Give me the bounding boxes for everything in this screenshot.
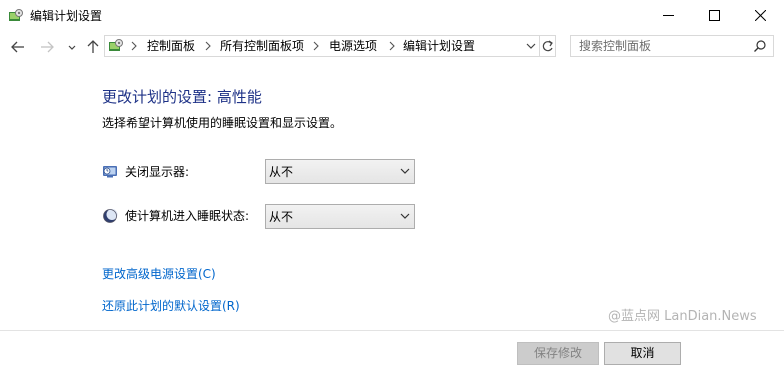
display-icon [102, 163, 118, 179]
breadcrumb-power-options[interactable]: 电源选项 [329, 38, 377, 54]
address-dropdown-button[interactable] [523, 36, 539, 56]
breadcrumb-control-panel[interactable]: 控制面板 [147, 38, 195, 54]
maximize-icon [709, 10, 720, 21]
footer-divider [0, 330, 784, 331]
minimize-icon [663, 15, 674, 16]
chevron-down-icon [526, 43, 536, 49]
restore-defaults-link[interactable]: 还原此计划的默认设置(R) [102, 298, 240, 314]
display-off-value: 从不 [269, 165, 294, 179]
chevron-right-icon[interactable] [311, 40, 321, 52]
chevron-right-icon[interactable] [129, 40, 139, 52]
recent-locations-chevron-icon[interactable] [64, 39, 80, 55]
sleep-icon [102, 208, 118, 224]
chevron-right-icon[interactable] [387, 40, 397, 52]
cancel-button[interactable]: 取消 [604, 342, 681, 365]
chevron-down-icon [400, 213, 410, 219]
chevron-down-icon [400, 168, 410, 174]
page-subtitle: 选择希望计算机使用的睡眠设置和显示设置。 [102, 116, 343, 130]
control-panel-icon [108, 38, 124, 54]
sleep-select[interactable]: 从不 [265, 204, 415, 229]
advanced-power-settings-link[interactable]: 更改高级电源设置(C) [102, 266, 216, 282]
display-off-label: 关闭显示器: [125, 165, 190, 179]
sleep-label: 使计算机进入睡眠状态: [125, 209, 250, 223]
control-panel-icon [8, 8, 24, 24]
back-arrow-icon[interactable] [10, 39, 26, 55]
refresh-icon [542, 40, 553, 52]
title-bar: 编辑计划设置 [0, 0, 784, 31]
display-off-select[interactable]: 从不 [265, 159, 415, 184]
maximize-button[interactable] [692, 0, 738, 31]
refresh-button[interactable] [539, 36, 556, 56]
up-arrow-icon[interactable] [85, 39, 101, 55]
chevron-right-icon[interactable] [203, 40, 213, 52]
search-icon[interactable] [753, 39, 767, 53]
close-button[interactable] [738, 0, 784, 31]
breadcrumb-all-items[interactable]: 所有控制面板项 [220, 38, 304, 54]
minimize-button[interactable] [646, 0, 692, 31]
forward-arrow-icon[interactable] [39, 39, 55, 55]
address-bar[interactable]: 控制面板 所有控制面板项 电源选项 编辑计划设置 [104, 35, 556, 57]
window-title: 编辑计划设置 [30, 9, 103, 23]
sleep-value: 从不 [269, 210, 294, 224]
breadcrumb-edit-plan[interactable]: 编辑计划设置 [403, 38, 475, 54]
close-icon [755, 10, 766, 21]
search-input[interactable]: 搜索控制面板 [570, 35, 774, 57]
watermark: @蓝点网 LanDian.News [608, 309, 757, 324]
save-changes-button[interactable]: 保存修改 [517, 342, 599, 365]
search-placeholder: 搜索控制面板 [579, 39, 652, 53]
navigation-bar: 控制面板 所有控制面板项 电源选项 编辑计划设置 搜索控制面板 [0, 31, 784, 63]
page-title: 更改计划的设置: 高性能 [102, 88, 262, 106]
